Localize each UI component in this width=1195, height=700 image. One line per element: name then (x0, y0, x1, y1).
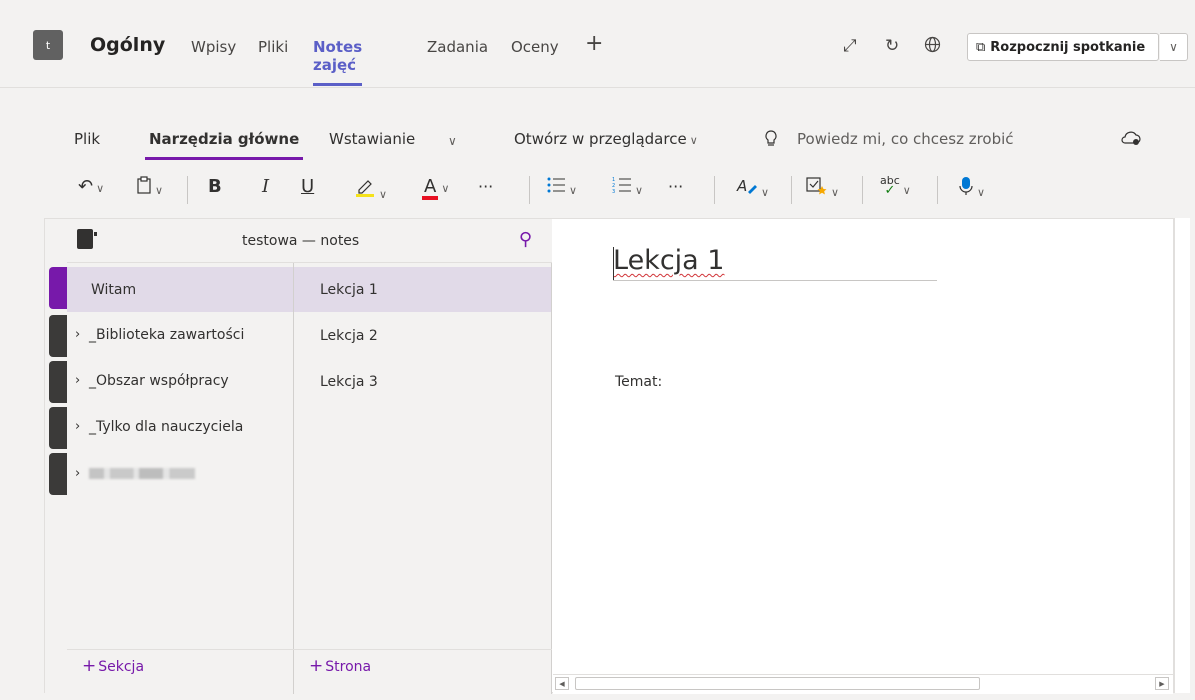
tell-me-search[interactable]: Powiedz mi, co chcesz zrobić (797, 130, 1014, 148)
video-camera-icon: ⧉ (976, 39, 986, 55)
bullet-list-icon[interactable]: ∨ (546, 176, 577, 202)
horizontal-scrollbar[interactable]: ◀ ▶ (553, 674, 1173, 691)
divider (67, 649, 552, 650)
pages-pane: Lekcja 1 Lekcja 2 Lekcja 3 (294, 219, 552, 694)
text-cursor (613, 247, 614, 281)
section-tab-marker[interactable] (49, 361, 67, 403)
start-meeting-label: Rozpocznij spotkanie (990, 39, 1146, 55)
ribbon-more-chevron-icon[interactable]: ∨ (448, 134, 457, 148)
svg-text:3: 3 (612, 189, 615, 194)
underline-button[interactable]: U (301, 176, 314, 198)
spelling-button[interactable]: abc ✓ ∨ (880, 175, 911, 202)
page-title[interactable]: Lekcja 1 (613, 245, 724, 276)
tab-zadania[interactable]: Zadania (427, 38, 488, 88)
add-tab-button[interactable]: + (585, 33, 603, 55)
clipboard-icon[interactable]: ∨ (136, 176, 163, 202)
styles-icon[interactable]: A ∨ (736, 176, 769, 204)
section-tab-marker[interactable] (49, 453, 67, 495)
page-item-lekcja-2[interactable]: Lekcja 2 (294, 313, 551, 358)
section-item-nauczyciel[interactable]: › _Tylko dla nauczyciela (67, 404, 293, 449)
page-canvas[interactable]: Lekcja 1 Temat: ◀ ▶ (553, 219, 1173, 694)
channel-header: t Ogólny Wpisy Pliki Notes zajęć Zadania… (0, 0, 1195, 88)
globe-icon[interactable] (924, 36, 941, 58)
chevron-right-icon[interactable]: › (75, 373, 89, 388)
page-item-lekcja-1[interactable]: Lekcja 1 (294, 267, 551, 312)
ribbon-open-in-browser[interactable]: Otwórz w przeglądarce ∨ (514, 130, 698, 148)
add-page-button[interactable]: + Strona (309, 656, 371, 676)
ribbon-tabs: Plik Narzędzia główne Wstawianie ∨ Otwór… (0, 128, 1195, 164)
tag-icon[interactable]: ∨ (806, 176, 839, 204)
toolbar-separator (714, 176, 715, 204)
notebook-icon[interactable] (77, 229, 97, 249)
page-body-text[interactable]: Temat: (615, 374, 662, 390)
chevron-right-icon[interactable]: › (75, 466, 89, 481)
scroll-thumb[interactable] (575, 677, 980, 690)
toolbar-separator (937, 176, 938, 204)
start-meeting-button[interactable]: ⧉ Rozpocznij spotkanie (967, 33, 1159, 61)
vertical-scrollbar[interactable] (1174, 218, 1190, 693)
title-underline (613, 280, 937, 281)
highlighter-icon[interactable]: ∨ (354, 176, 387, 206)
toolbar-separator (529, 176, 530, 204)
font-color-button[interactable]: A ∨ (422, 176, 449, 200)
more-formatting-icon[interactable]: ··· (478, 176, 493, 198)
meeting-options-chevron-icon[interactable]: ∨ (1160, 33, 1188, 61)
tab-wpisy[interactable]: Wpisy (191, 38, 236, 88)
svg-text:A: A (736, 177, 747, 195)
team-avatar[interactable]: t (33, 30, 63, 60)
ribbon-tab-plik[interactable]: Plik (74, 130, 100, 148)
reload-icon[interactable]: ↻ (885, 36, 899, 56)
channel-name: Ogólny (90, 34, 166, 56)
tab-notes[interactable]: Notes zajęć (313, 38, 363, 88)
section-tab-marker[interactable] (49, 407, 67, 449)
tab-oceny[interactable]: Oceny (511, 38, 559, 88)
section-tab-marker[interactable] (49, 315, 67, 357)
scroll-right-icon[interactable]: ▶ (1155, 677, 1169, 690)
more-paragraph-icon[interactable]: ··· (668, 176, 683, 198)
toolbar-separator (187, 176, 188, 204)
section-color-strip (45, 219, 67, 694)
plus-icon: + (82, 656, 97, 676)
section-item-obszar[interactable]: › _Obszar współpracy (67, 358, 293, 403)
ribbon-toolbar: ↶ ∨ ∨ B I U ∨ A ∨ ··· ∨ 1 2 3 ∨ ··· A ∨ ∨ abc ✓… (0, 170, 1195, 210)
lightbulb-icon (764, 130, 778, 152)
italic-button[interactable]: I (262, 176, 269, 198)
ribbon-tab-home[interactable]: Narzędzia główne (144, 130, 304, 160)
cloud-sync-icon[interactable] (1120, 130, 1142, 150)
chevron-right-icon[interactable]: › (75, 419, 89, 434)
redacted-section-name (89, 468, 195, 479)
dictate-microphone-icon[interactable]: ∨ (958, 176, 985, 204)
notebook-header: testowa — notes ⚲ (67, 219, 552, 263)
section-item-witam[interactable]: Witam (67, 267, 293, 312)
plus-icon: + (309, 656, 324, 676)
bold-button[interactable]: B (208, 176, 222, 198)
tab-pliki[interactable]: Pliki (258, 38, 288, 88)
toolbar-separator (791, 176, 792, 204)
chevron-right-icon[interactable]: › (75, 327, 89, 342)
onenote-notebook: Witam › _Biblioteka zawartości › _Obszar… (44, 218, 1174, 694)
notebook-title[interactable]: testowa — notes (242, 233, 359, 249)
scroll-left-icon[interactable]: ◀ (555, 677, 569, 690)
ribbon-tab-insert[interactable]: Wstawianie (329, 130, 415, 148)
numbered-list-icon[interactable]: 1 2 3 ∨ (612, 176, 643, 202)
expand-icon[interactable]: ⤢ (843, 36, 857, 56)
add-section-button[interactable]: + Sekcja (82, 656, 144, 676)
sections-pane: Witam › _Biblioteka zawartości › _Obszar… (67, 219, 294, 694)
section-item-redacted[interactable]: › (67, 451, 293, 496)
undo-icon[interactable]: ↶ ∨ (78, 176, 104, 200)
section-tab-marker[interactable] (49, 267, 67, 309)
search-icon[interactable]: ⚲ (519, 229, 532, 250)
page-item-lekcja-3[interactable]: Lekcja 3 (294, 359, 551, 404)
toolbar-separator (862, 176, 863, 204)
section-item-biblioteka[interactable]: › _Biblioteka zawartości (67, 312, 293, 357)
